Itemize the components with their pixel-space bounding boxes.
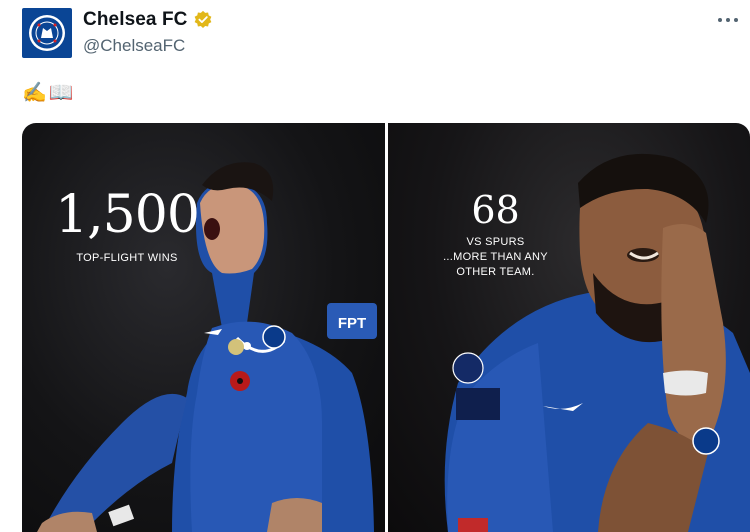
chelsea-crest-icon	[29, 15, 65, 51]
svg-text:FPT: FPT	[338, 315, 366, 332]
author-handle[interactable]: @ChelseaFC	[83, 36, 185, 56]
stat-caption-line-3: OTHER TEAM.	[456, 265, 535, 278]
writing-hand-emoji: ✍️	[22, 82, 47, 104]
stat-caption-line-2: ...MORE THAN ANY	[443, 250, 548, 263]
photo-right[interactable]: 68 VS SPURS ...MORE THAN ANY OTHER TEAM.	[387, 123, 750, 532]
photo-left[interactable]: FPT 1,500 TOP-FLIGHT WINS	[22, 123, 385, 532]
more-horizontal-icon	[718, 18, 738, 22]
stat-caption: VS SPURS ...MORE THAN ANY OTHER TEAM.	[436, 235, 556, 280]
more-options-button[interactable]	[714, 10, 742, 30]
stat-number: 68	[471, 188, 520, 232]
open-book-emoji: 📖	[48, 82, 74, 104]
tweet-card: Chelsea FC @ChelseaFC ✍️ 📖 FPT 1,500 TOP…	[0, 0, 750, 532]
media-grid: FPT 1,500 TOP-FLIGHT WINS 68 VS SPURS ..…	[22, 123, 750, 532]
stat-block-left: 1,500 TOP-FLIGHT WINS	[42, 189, 212, 266]
verified-badge-icon	[195, 10, 212, 28]
stat-caption: TOP-FLIGHT WINS	[76, 252, 178, 264]
stat-number: 1,500	[55, 185, 200, 245]
player-clapping-figure	[444, 153, 750, 532]
avatar[interactable]	[22, 8, 72, 58]
author-name-row[interactable]: Chelsea FC	[83, 9, 213, 31]
stat-block-right: 68 VS SPURS ...MORE THAN ANY OTHER TEAM.	[436, 191, 556, 280]
stat-caption-line-1: VS SPURS	[466, 236, 525, 248]
tweet-text: ✍️ 📖	[22, 80, 74, 105]
display-name[interactable]: Chelsea FC	[83, 9, 187, 31]
